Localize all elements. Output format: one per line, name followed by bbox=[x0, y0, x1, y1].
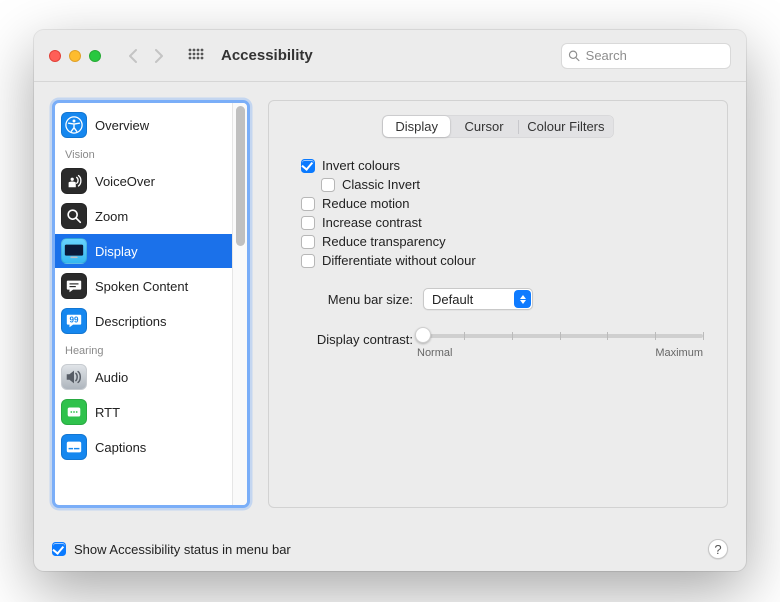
slider-max-label: Maximum bbox=[655, 347, 703, 359]
display-contrast-slider[interactable] bbox=[417, 334, 703, 338]
sidebar-item-captions[interactable]: Captions bbox=[55, 430, 232, 464]
checkbox[interactable] bbox=[301, 216, 315, 230]
sidebar-category-vision: Vision bbox=[55, 143, 232, 163]
rtt-icon bbox=[61, 399, 87, 425]
sidebar-item-label: Captions bbox=[95, 440, 146, 455]
display-contrast-row: Display contrast: Normal Maxim bbox=[301, 332, 703, 359]
speech-bubble-icon bbox=[61, 273, 87, 299]
scrollbar-thumb[interactable] bbox=[236, 106, 245, 246]
show-all-button[interactable] bbox=[185, 45, 207, 67]
toolbar: Accessibility bbox=[34, 30, 746, 82]
display-contrast-label: Display contrast: bbox=[301, 332, 413, 347]
option-label: Reduce transparency bbox=[322, 234, 446, 249]
quote-bubble-icon: 99 bbox=[61, 308, 87, 334]
content-area: Overview Vision VoiceOver Zoom bbox=[34, 82, 746, 526]
menu-bar-size-row: Menu bar size: Default bbox=[301, 288, 703, 310]
slider-min-label: Normal bbox=[417, 347, 452, 359]
help-button[interactable]: ? bbox=[708, 539, 728, 559]
option-label: Increase contrast bbox=[322, 215, 422, 230]
sidebar-item-label: RTT bbox=[95, 405, 120, 420]
accessibility-icon bbox=[61, 112, 87, 138]
sidebar-item-audio[interactable]: Audio bbox=[55, 360, 232, 394]
back-button[interactable] bbox=[121, 45, 145, 67]
checkbox[interactable] bbox=[301, 197, 315, 211]
tab-bar: Display Cursor Colour Filters bbox=[382, 115, 614, 138]
nav-buttons bbox=[121, 45, 171, 67]
sidebar-item-label: Zoom bbox=[95, 209, 128, 224]
maximize-button[interactable] bbox=[89, 50, 101, 62]
minimize-button[interactable] bbox=[69, 50, 81, 62]
sidebar-item-label: VoiceOver bbox=[95, 174, 155, 189]
menu-bar-size-label: Menu bar size: bbox=[301, 292, 413, 307]
checkbox[interactable] bbox=[301, 254, 315, 268]
help-icon: ? bbox=[714, 542, 721, 557]
status-checkbox[interactable] bbox=[52, 542, 66, 556]
sidebar-item-label: Spoken Content bbox=[95, 279, 188, 294]
status-label: Show Accessibility status in menu bar bbox=[74, 542, 291, 557]
checkbox[interactable] bbox=[321, 178, 335, 192]
sidebar-item-label: Overview bbox=[95, 118, 149, 133]
display-icon bbox=[61, 238, 87, 264]
option-reduce-transparency[interactable]: Reduce transparency bbox=[301, 232, 703, 251]
captions-icon bbox=[61, 434, 87, 460]
option-label: Classic Invert bbox=[342, 177, 420, 192]
popup-value: Default bbox=[432, 292, 473, 307]
tab-display[interactable]: Display bbox=[383, 116, 450, 137]
svg-text:99: 99 bbox=[70, 315, 79, 324]
option-label: Differentiate without colour bbox=[322, 253, 476, 268]
option-invert-colours[interactable]: Invert colours bbox=[301, 156, 703, 175]
main-panel: Display Cursor Colour Filters Invert col… bbox=[268, 100, 728, 508]
sidebar-item-display[interactable]: Display bbox=[55, 234, 232, 268]
chevron-left-icon bbox=[128, 49, 138, 63]
forward-button[interactable] bbox=[147, 45, 171, 67]
speaker-icon bbox=[61, 364, 87, 390]
sidebar-item-spoken-content[interactable]: Spoken Content bbox=[55, 269, 232, 303]
sidebar-item-label: Audio bbox=[95, 370, 128, 385]
sidebar-item-rtt[interactable]: RTT bbox=[55, 395, 232, 429]
zoom-icon bbox=[61, 203, 87, 229]
search-field[interactable] bbox=[561, 43, 731, 69]
option-label: Reduce motion bbox=[322, 196, 409, 211]
checkbox[interactable] bbox=[301, 159, 315, 173]
display-options: Invert colours Classic Invert Reduce mot… bbox=[301, 156, 703, 270]
slider-knob[interactable] bbox=[415, 327, 431, 343]
sidebar-item-overview[interactable]: Overview bbox=[55, 108, 232, 142]
checkbox[interactable] bbox=[301, 235, 315, 249]
grid-icon bbox=[188, 48, 204, 64]
close-button[interactable] bbox=[49, 50, 61, 62]
sidebar-category-hearing: Hearing bbox=[55, 339, 232, 359]
option-reduce-motion[interactable]: Reduce motion bbox=[301, 194, 703, 213]
tab-colour-filters[interactable]: Colour Filters bbox=[519, 116, 613, 137]
sidebar: Overview Vision VoiceOver Zoom bbox=[52, 100, 250, 508]
menu-bar-size-popup[interactable]: Default bbox=[423, 288, 533, 310]
search-icon bbox=[568, 49, 580, 62]
window-controls bbox=[49, 50, 101, 62]
option-increase-contrast[interactable]: Increase contrast bbox=[301, 213, 703, 232]
tab-cursor[interactable]: Cursor bbox=[450, 116, 517, 137]
sidebar-item-label: Descriptions bbox=[95, 314, 167, 329]
footer: Show Accessibility status in menu bar ? bbox=[34, 527, 746, 571]
option-differentiate-without-colour[interactable]: Differentiate without colour bbox=[301, 251, 703, 270]
chevron-right-icon bbox=[154, 49, 164, 63]
option-classic-invert[interactable]: Classic Invert bbox=[321, 175, 703, 194]
sidebar-item-voiceover[interactable]: VoiceOver bbox=[55, 164, 232, 198]
option-label: Invert colours bbox=[322, 158, 400, 173]
preferences-window: Accessibility Overview Vision bbox=[34, 30, 746, 571]
sidebar-item-zoom[interactable]: Zoom bbox=[55, 199, 232, 233]
search-input[interactable] bbox=[584, 47, 724, 64]
sidebar-item-descriptions[interactable]: 99 Descriptions bbox=[55, 304, 232, 338]
voiceover-icon bbox=[61, 168, 87, 194]
window-title: Accessibility bbox=[221, 47, 313, 64]
updown-arrows-icon bbox=[514, 290, 531, 308]
sidebar-item-label: Display bbox=[95, 244, 138, 259]
sidebar-scrollbar[interactable] bbox=[232, 103, 247, 505]
